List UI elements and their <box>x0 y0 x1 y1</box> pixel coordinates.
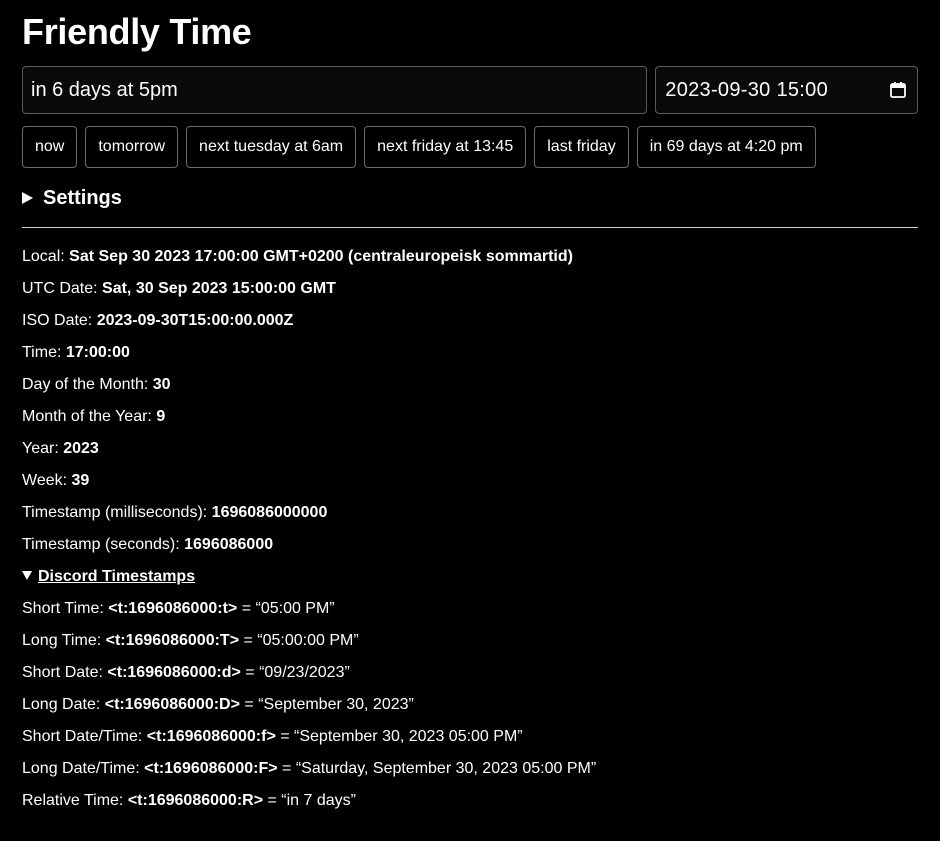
info-time: Time: 17:00:00 <box>22 342 918 374</box>
info-month: Month of the Year: 9 <box>22 406 918 438</box>
calendar-icon[interactable] <box>889 81 907 99</box>
preset-next-friday-button[interactable]: next friday at 13:45 <box>364 126 527 168</box>
info-value: 30 <box>152 376 171 393</box>
info-week: Week: 39 <box>22 470 918 502</box>
discord-short-time: Short Time: <t:1696086000:t> = “05:00 PM… <box>22 598 918 630</box>
discord-long-date: Long Date: <t:1696086000:D> = “September… <box>22 694 918 726</box>
settings-toggle[interactable]: Settings <box>22 185 918 211</box>
info-value: 1696086000 <box>184 536 274 553</box>
info-label: Month of the Year: <box>22 408 152 425</box>
discord-relative-time: Relative Time: <t:1696086000:R> = “in 7 … <box>22 790 918 822</box>
caret-right-icon <box>22 192 33 204</box>
info-value: 1696086000000 <box>211 504 328 521</box>
datetime-value: 2023-09-30 15:00 <box>665 78 828 101</box>
discord-short-datetime: Short Date/Time: <t:1696086000:f> = “Sep… <box>22 726 918 758</box>
discord-code: <t:1696086000:D> <box>104 696 240 713</box>
info-value: 2023 <box>63 440 99 457</box>
info-local: Local: Sat Sep 30 2023 17:00:00 GMT+0200… <box>22 246 918 278</box>
discord-code: <t:1696086000:F> <box>144 760 278 777</box>
info-value: 39 <box>71 472 90 489</box>
discord-code: <t:1696086000:d> <box>107 664 241 681</box>
discord-label: Short Date: <box>22 664 103 681</box>
divider <box>22 227 918 228</box>
discord-result: = “September 30, 2023 05:00 PM” <box>280 728 523 745</box>
discord-label: Short Time: <box>22 600 104 617</box>
preset-now-button[interactable]: now <box>22 126 78 168</box>
discord-code: <t:1696086000:T> <box>105 632 240 649</box>
info-value: 17:00:00 <box>65 344 130 361</box>
info-utc: UTC Date: Sat, 30 Sep 2023 15:00:00 GMT <box>22 278 918 310</box>
discord-label: Long Date: <box>22 696 101 713</box>
discord-code: <t:1696086000:R> <box>127 792 264 809</box>
discord-label: Long Date/Time: <box>22 760 140 777</box>
discord-result: = “Saturday, September 30, 2023 05:00 PM… <box>282 760 597 777</box>
discord-label: Relative Time: <box>22 792 124 809</box>
preset-buttons: now tomorrow next tuesday at 6am next fr… <box>22 126 918 168</box>
preset-next-tuesday-button[interactable]: next tuesday at 6am <box>186 126 357 168</box>
discord-code: <t:1696086000:f> <box>146 728 276 745</box>
info-label: Year: <box>22 440 59 457</box>
discord-label: Long Time: <box>22 632 102 649</box>
date-info: Local: Sat Sep 30 2023 17:00:00 GMT+0200… <box>22 246 918 822</box>
discord-label: Short Date/Time: <box>22 728 143 745</box>
discord-result: = “09/23/2023” <box>245 664 350 681</box>
discord-result: = “05:00 PM” <box>241 600 335 617</box>
discord-long-time: Long Time: <t:1696086000:T> = “05:00:00 … <box>22 630 918 662</box>
info-value: Sat Sep 30 2023 17:00:00 GMT+0200 (centr… <box>69 248 573 265</box>
info-label: Week: <box>22 472 68 489</box>
info-value: 2023-09-30T15:00:00.000Z <box>96 312 294 329</box>
info-label: Time: <box>22 344 62 361</box>
discord-result: = “September 30, 2023” <box>244 696 414 713</box>
discord-timestamps-label[interactable]: Discord Timestamps <box>38 568 195 585</box>
info-timestamp-s: Timestamp (seconds): 1696086000 <box>22 534 918 566</box>
preset-tomorrow-button[interactable]: tomorrow <box>85 126 179 168</box>
discord-code: <t:1696086000:t> <box>108 600 238 617</box>
datetime-input[interactable]: 2023-09-30 15:00 <box>655 66 918 114</box>
preset-in-69-days-button[interactable]: in 69 days at 4:20 pm <box>636 126 816 168</box>
info-value: Sat, 30 Sep 2023 15:00:00 GMT <box>102 280 336 297</box>
info-day: Day of the Month: 30 <box>22 374 918 406</box>
info-label: Timestamp (milliseconds): <box>22 504 208 521</box>
page: Friendly Time 2023-09-30 15:00 now tomor… <box>0 0 918 822</box>
natural-language-input[interactable] <box>22 66 648 114</box>
info-value: 9 <box>156 408 166 425</box>
info-label: Timestamp (seconds): <box>22 536 180 553</box>
preset-last-friday-button[interactable]: last friday <box>534 126 629 168</box>
caret-down-icon <box>22 571 32 580</box>
settings-label: Settings <box>43 186 122 209</box>
info-iso: ISO Date: 2023-09-30T15:00:00.000Z <box>22 310 918 342</box>
discord-result: = “in 7 days” <box>267 792 356 809</box>
discord-long-datetime: Long Date/Time: <t:1696086000:F> = “Satu… <box>22 758 918 790</box>
info-year: Year: 2023 <box>22 438 918 470</box>
info-timestamp-ms: Timestamp (milliseconds): 1696086000000 <box>22 502 918 534</box>
discord-short-date: Short Date: <t:1696086000:d> = “09/23/20… <box>22 662 918 694</box>
info-label: UTC Date: <box>22 280 98 297</box>
discord-result: = “05:00:00 PM” <box>243 632 359 649</box>
discord-timestamps-toggle[interactable]: Discord Timestamps <box>22 566 918 598</box>
page-title: Friendly Time <box>22 11 252 52</box>
info-label: ISO Date: <box>22 312 93 329</box>
info-label: Day of the Month: <box>22 376 149 393</box>
info-label: Local: <box>22 248 65 265</box>
input-row: 2023-09-30 15:00 <box>22 66 918 114</box>
